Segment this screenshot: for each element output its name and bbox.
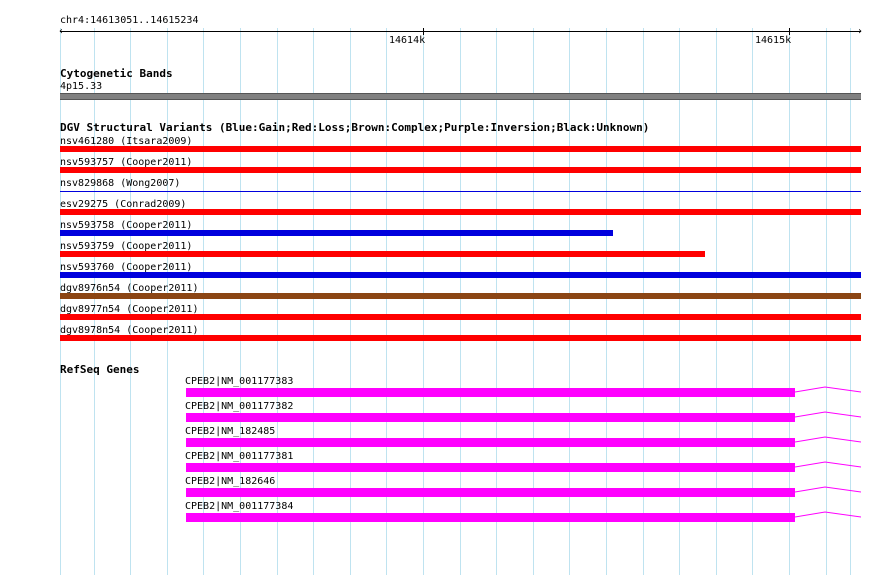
dgv-variant-bar[interactable] xyxy=(60,209,861,215)
dgv-variant-bar[interactable] xyxy=(60,146,861,152)
refseq-intron-line xyxy=(795,436,861,443)
dgv-variant-bar[interactable] xyxy=(60,191,861,192)
refseq-intron-line xyxy=(795,461,861,468)
ruler-left-arrow-icon[interactable]: ‹ xyxy=(58,27,64,37)
cytoband-label: 4p15.33 xyxy=(60,81,103,92)
dgv-variant-bar[interactable] xyxy=(60,272,861,278)
refseq-exon-bar[interactable] xyxy=(186,463,795,472)
refseq-gene-label: CPEB2|NM_182646 xyxy=(185,476,276,487)
dgv-variant-bar[interactable] xyxy=(60,251,705,257)
dgv-variant-bar[interactable] xyxy=(60,167,861,173)
refseq-intron-line xyxy=(795,386,861,393)
dgv-track-title: DGV Structural Variants (Blue:Gain;Red:L… xyxy=(60,121,650,134)
refseq-intron-line xyxy=(795,486,861,493)
location-label: chr4:14613051..14615234 xyxy=(60,15,199,26)
refseq-gene-label: CPEB2|NM_001177384 xyxy=(185,501,294,512)
cytoband-bar[interactable] xyxy=(60,93,861,100)
dgv-variant-bar[interactable] xyxy=(60,335,861,341)
refseq-gene-label: CPEB2|NM_182485 xyxy=(185,426,276,437)
grid-line xyxy=(167,28,168,575)
refseq-gene-label: CPEB2|NM_001177383 xyxy=(185,376,294,387)
refseq-gene-label: CPEB2|NM_001177381 xyxy=(185,451,294,462)
ruler-major-tick xyxy=(423,28,424,35)
ruler-tick-label: 14615k xyxy=(755,35,792,46)
refseq-intron-line xyxy=(795,411,861,418)
refseq-exon-bar[interactable] xyxy=(186,488,795,497)
grid-line xyxy=(130,28,131,575)
refseq-exon-bar[interactable] xyxy=(186,413,795,422)
cytoband-track-title: Cytogenetic Bands xyxy=(60,67,173,80)
ruler-tick-label: 14614k xyxy=(389,35,426,46)
dgv-variant-label: nsv829868 (Wong2007) xyxy=(60,178,181,189)
genome-browser-view: { "ruler": { "location": "chr4:14613051.… xyxy=(0,0,890,575)
grid-line xyxy=(94,28,95,575)
ruler-major-tick xyxy=(789,28,790,35)
refseq-exon-bar[interactable] xyxy=(186,513,795,522)
refseq-gene-label: CPEB2|NM_001177382 xyxy=(185,401,294,412)
dgv-variant-bar[interactable] xyxy=(60,314,861,320)
grid-line xyxy=(60,28,61,575)
refseq-exon-bar[interactable] xyxy=(186,438,795,447)
ruler-right-arrow-icon[interactable]: › xyxy=(857,27,863,37)
dgv-variant-bar[interactable] xyxy=(60,230,613,236)
refseq-intron-line xyxy=(795,511,861,518)
refseq-exon-bar[interactable] xyxy=(186,388,795,397)
refseq-track-title: RefSeq Genes xyxy=(60,363,140,376)
ruler-axis xyxy=(60,31,861,32)
dgv-variant-bar[interactable] xyxy=(60,293,861,299)
